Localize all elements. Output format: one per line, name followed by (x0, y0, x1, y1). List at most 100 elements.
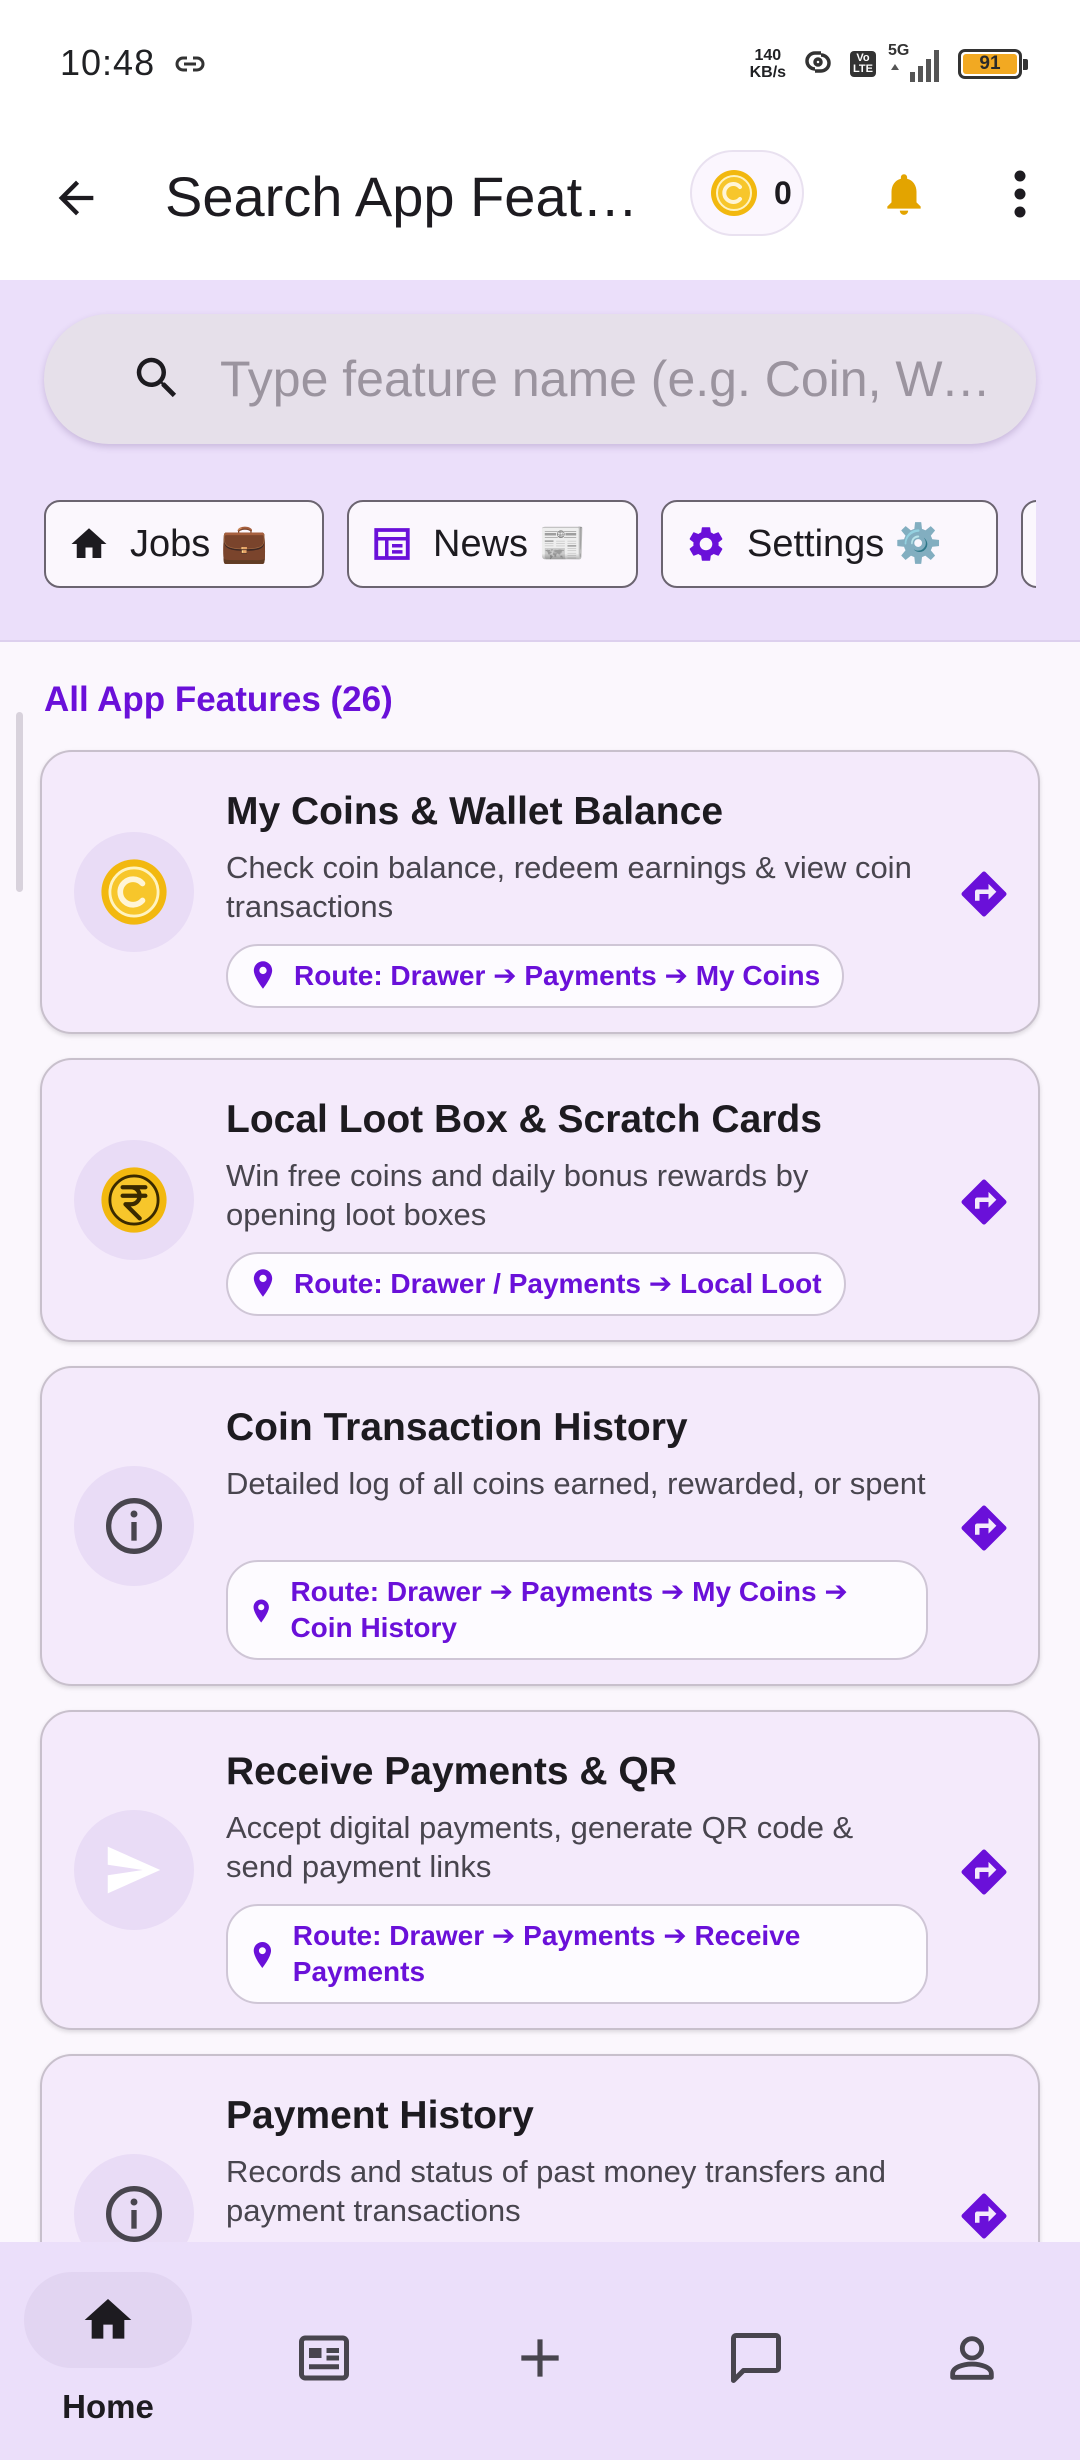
home-icon (84, 2299, 132, 2339)
chip-news[interactable]: News 📰 (347, 500, 638, 588)
card-title: Local Loot Box & Scratch Cards (226, 1098, 822, 1141)
nav-icon-container (240, 2310, 408, 2406)
route-text: Route: Drawer ➔ Payments ➔ My Coins ➔ Co… (290, 1576, 848, 1643)
nav-add[interactable] (432, 2242, 648, 2460)
article-icon (299, 2335, 349, 2381)
card-icon-container (74, 1810, 194, 1930)
navigate-button[interactable] (956, 1844, 1012, 1900)
bell-icon (887, 174, 921, 215)
route-badge: Route: Drawer / Payments ➔ Local Loot (226, 1252, 846, 1316)
route-text: Route: Drawer ➔ Payments ➔ My Coins (294, 960, 821, 991)
card-title: Coin Transaction History (226, 1406, 688, 1449)
card-title: Payment History (226, 2094, 534, 2137)
page-title: Search App Features (165, 165, 655, 228)
feature-card-payment-history[interactable]: Payment History Records and status of pa… (40, 2054, 1040, 2242)
section-title: All App Features (26) (44, 680, 393, 719)
directions-icon (961, 1849, 1007, 1895)
feature-card-local-loot[interactable]: Local Loot Box & Scratch Cards Win free … (40, 1058, 1040, 1342)
route-badge: Route: Drawer ➔ Payments ➔ My Coins (226, 944, 845, 1008)
nav-feed[interactable] (216, 2242, 432, 2460)
info-icon (106, 1498, 162, 1554)
chip-jobs[interactable]: Jobs 💼 (44, 500, 324, 588)
feature-card-coin-history[interactable]: Coin Transaction History Detailed log of… (40, 1366, 1040, 1686)
nav-icon-container (672, 2310, 840, 2406)
navigate-button[interactable] (956, 2188, 1012, 2242)
bottom-navigation: Home (0, 2242, 1080, 2460)
back-arrow-icon (58, 180, 94, 216)
battery-level: 91 (963, 53, 1017, 74)
gear-icon (689, 527, 723, 561)
chip-label: Settings ⚙️ (747, 523, 943, 565)
rupee-coin-icon (101, 1167, 167, 1233)
battery-icon: 91 (958, 49, 1028, 79)
search-input[interactable] (220, 334, 1010, 424)
card-title: Receive Payments & QR (226, 1750, 677, 1793)
directions-icon (961, 1179, 1007, 1225)
chip-settings[interactable]: Settings ⚙️ (661, 500, 998, 588)
location-pin-icon (253, 1269, 273, 1297)
coin-balance-chip[interactable]: 0 (690, 150, 804, 236)
volte-badge: Vo LTE (850, 51, 876, 77)
search-icon (126, 347, 188, 409)
app-bar: Search App Features 0 (0, 128, 1080, 280)
chat-icon (731, 2333, 781, 2383)
location-pin-icon (253, 961, 273, 989)
search-bar[interactable] (44, 314, 1036, 444)
feature-list[interactable]: All App Features (26) My Coins & Wallet … (0, 644, 1080, 2242)
signal-indicator: 5G (888, 42, 946, 84)
nav-home[interactable]: Home (0, 2242, 216, 2460)
feature-card-my-coins[interactable]: My Coins & Wallet Balance Check coin bal… (40, 750, 1040, 1034)
card-icon-container (74, 1140, 194, 1260)
location-pin-icon (253, 1942, 272, 1968)
more-options-button[interactable] (1000, 158, 1040, 230)
location-pin-icon (253, 1599, 269, 1623)
card-icon-container (74, 832, 194, 952)
home-icon (71, 528, 107, 558)
directions-icon (961, 1505, 1007, 1551)
nav-chat[interactable] (648, 2242, 864, 2460)
navigate-button[interactable] (956, 866, 1012, 922)
notifications-button[interactable] (868, 158, 940, 230)
feature-card-receive-payments[interactable]: Receive Payments & QR Accept digital pay… (40, 1710, 1040, 2030)
nav-icon-container (888, 2310, 1056, 2406)
category-chips: Jobs 💼 News 📰 Settings ⚙️ (44, 500, 1036, 590)
more-vert-icon (1014, 170, 1026, 218)
link-icon (174, 50, 206, 83)
person-icon (950, 2336, 994, 2380)
navigate-button[interactable] (956, 1500, 1012, 1556)
hotspot-link-icon (798, 47, 838, 82)
card-title: My Coins & Wallet Balance (226, 790, 724, 833)
network-speed: 140 KB/s (750, 47, 786, 81)
card-description: Win free coins and daily bonus rewards b… (226, 1158, 809, 1232)
directions-icon (961, 871, 1007, 917)
route-text: Route: Drawer ➔ Payments ➔ Receive Payme… (292, 1920, 801, 1987)
status-icons: 140 KB/s Vo LTE 5G 91 (750, 42, 1028, 86)
plus-icon (521, 2339, 559, 2377)
chip-label: News 📰 (433, 523, 586, 565)
signal-icon (891, 50, 939, 82)
route-text: Route: Drawer / Payments ➔ Local Loot (294, 1268, 822, 1299)
coin-count: 0 (774, 174, 792, 211)
coin-icon (711, 170, 757, 216)
route-badge: Route: Drawer ➔ Payments ➔ My Coins ➔ Co… (226, 1560, 928, 1660)
chip-more[interactable] (1021, 500, 1036, 588)
info-icon (106, 2186, 162, 2242)
net-speed-unit: KB/s (749, 64, 787, 81)
newspaper-icon (374, 528, 410, 560)
card-icon-container (74, 1466, 194, 1586)
status-bar: 10:48 140 KB/s Vo LTE 5G 91 (0, 0, 1080, 128)
send-icon (107, 1846, 161, 1894)
back-button[interactable] (40, 162, 112, 234)
navigate-button[interactable] (956, 1174, 1012, 1230)
volte-bottom: LTE (853, 63, 873, 75)
status-time: 10:48 (60, 42, 156, 83)
directions-icon (961, 2193, 1007, 2239)
net-speed-value: 140 (754, 47, 782, 64)
nav-home-label: Home (62, 2388, 154, 2425)
scrollbar[interactable] (16, 712, 23, 892)
nav-active-indicator (24, 2272, 192, 2368)
card-description: Detailed log of all coins earned, reward… (226, 1466, 926, 1501)
card-description: Records and status of past money transfe… (226, 2154, 886, 2228)
nav-profile[interactable] (864, 2242, 1080, 2460)
nav-icon-container (456, 2310, 624, 2406)
